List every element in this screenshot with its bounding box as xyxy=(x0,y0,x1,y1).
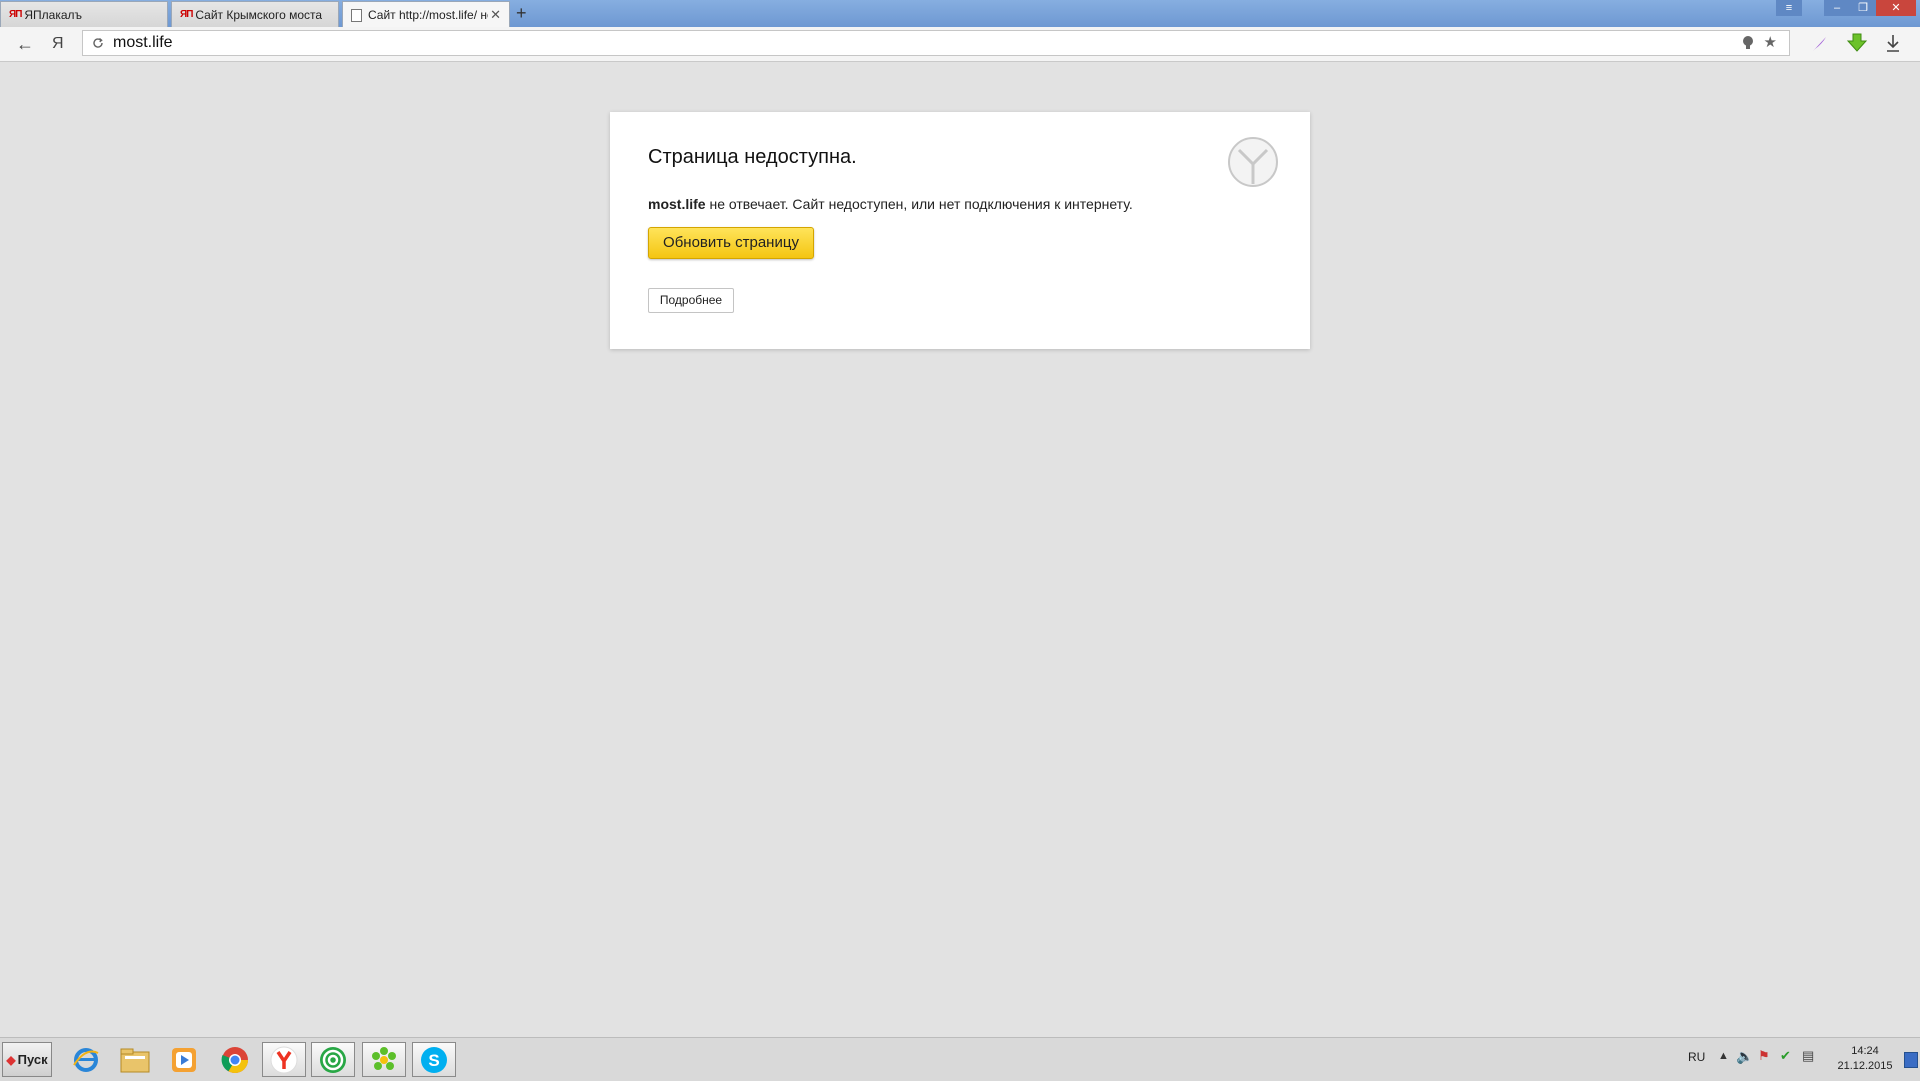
clock[interactable]: 14:24 21.12.2015 xyxy=(1830,1044,1900,1074)
windows-flag-icon: ◆ xyxy=(6,1052,16,1067)
svg-text:S: S xyxy=(428,1051,439,1070)
network-icon[interactable]: ▤ xyxy=(1802,1048,1814,1064)
file-explorer-icon[interactable] xyxy=(113,1042,157,1077)
tab-label: Сайт Крымского моста xyxy=(195,7,323,22)
tab-strip: ЯП ЯПлакалъ ЯП Сайт Крымского моста Сайт… xyxy=(0,0,1920,28)
close-tab-icon[interactable]: ✕ xyxy=(490,7,501,23)
close-window-icon[interactable]: ✕ xyxy=(1876,0,1916,16)
downloads-icon[interactable] xyxy=(1884,33,1902,53)
bookmark-star-icon[interactable]: ★ xyxy=(1764,33,1777,51)
internet-explorer-icon[interactable] xyxy=(64,1042,108,1077)
browser-toolbar: ← Я ★ xyxy=(0,27,1920,62)
page-document-icon xyxy=(351,8,362,22)
tab-crimean-bridge[interactable]: ЯП Сайт Крымского моста xyxy=(171,1,339,27)
tab-most-life[interactable]: Сайт http://most.life/ не ✕ xyxy=(342,1,510,28)
chrome-icon[interactable] xyxy=(213,1042,257,1077)
tab-label: ЯПлакалъ xyxy=(24,7,83,22)
feather-extension-icon[interactable] xyxy=(1810,34,1830,54)
restore-icon[interactable]: ❐ xyxy=(1850,0,1876,16)
skype-icon[interactable]: S xyxy=(412,1042,456,1077)
volume-icon[interactable]: 🔈 xyxy=(1736,1048,1753,1065)
reload-page-button[interactable]: Обновить страницу xyxy=(648,227,814,259)
new-tab-button[interactable]: + xyxy=(516,3,527,23)
error-description: не отвечает. Сайт недоступен, или нет по… xyxy=(705,196,1133,212)
error-message: most.life не отвечает. Сайт недоступен, … xyxy=(648,196,1133,212)
error-site-name: most.life xyxy=(648,196,706,212)
address-input[interactable] xyxy=(113,33,1713,53)
language-indicator[interactable]: RU xyxy=(1688,1050,1705,1064)
yaplakal-favicon-icon: ЯП xyxy=(9,9,22,20)
yandex-browser-icon[interactable] xyxy=(262,1042,306,1077)
tab-yaplakal[interactable]: ЯП ЯПлакалъ xyxy=(0,1,168,27)
show-hidden-icons-icon[interactable]: ▲ xyxy=(1718,1050,1729,1062)
details-button[interactable]: Подробнее xyxy=(648,288,734,313)
minimize-icon[interactable]: – xyxy=(1824,0,1850,16)
back-arrow-icon[interactable]: ← xyxy=(16,33,34,55)
protect-icon[interactable] xyxy=(1741,35,1755,51)
start-label: Пуск xyxy=(17,1052,48,1067)
mail-agent-icon[interactable] xyxy=(311,1042,355,1077)
show-desktop-icon[interactable] xyxy=(1904,1052,1918,1068)
error-card: Страница недоступна. most.life не отвеча… xyxy=(610,112,1310,349)
download-helper-icon[interactable] xyxy=(1846,32,1868,54)
icq-icon[interactable] xyxy=(362,1042,406,1077)
yaplakal-favicon-icon: ЯП xyxy=(180,9,193,20)
yandex-logo-icon[interactable]: Я xyxy=(52,33,64,55)
windows-taskbar: ◆ Пуск S RU ▲ 🔈 ⚑ ✔ ▤ 14:24 21.12.2015 xyxy=(0,1037,1920,1081)
update-check-icon[interactable]: ✔ xyxy=(1780,1048,1791,1064)
reload-icon[interactable] xyxy=(91,36,105,50)
tab-menu-icon[interactable]: ≡ xyxy=(1776,0,1802,16)
tab-label: Сайт http://most.life/ не xyxy=(368,8,488,22)
error-title: Страница недоступна. xyxy=(648,146,857,168)
clock-date: 21.12.2015 xyxy=(1837,1060,1893,1072)
start-button[interactable]: ◆ Пуск xyxy=(2,1042,52,1077)
address-bar[interactable]: ★ xyxy=(82,30,1790,56)
flag-error-icon[interactable]: ⚑ xyxy=(1758,1048,1770,1064)
clock-time: 14:24 xyxy=(1851,1045,1879,1057)
media-player-icon[interactable] xyxy=(162,1042,206,1077)
yandex-browser-logo-icon xyxy=(1228,137,1278,187)
